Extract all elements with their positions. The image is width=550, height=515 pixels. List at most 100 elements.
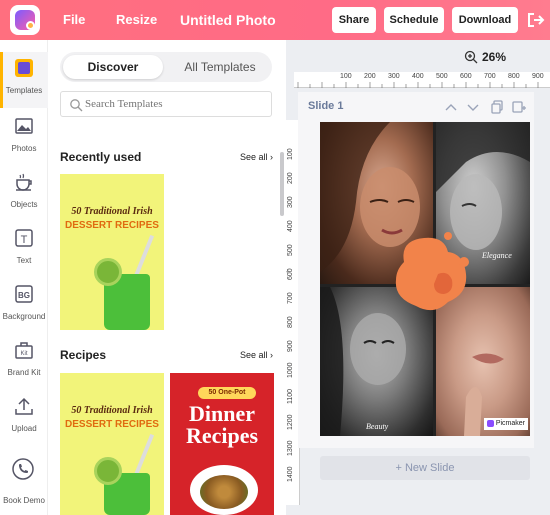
ruler-label: 100 xyxy=(287,148,294,160)
brand-kit-icon: Kit xyxy=(15,342,33,359)
ruler-label: 400 xyxy=(287,220,294,232)
nav-label: Upload xyxy=(11,424,37,433)
ruler-label: 200 xyxy=(364,73,376,80)
duplicate-slide-icon[interactable] xyxy=(490,100,504,114)
food-graphic xyxy=(200,475,248,509)
template-tabs: Discover All Templates xyxy=(60,52,272,82)
text-icon: T xyxy=(15,229,33,247)
canvas-area: 26% 100 200 300 400 500 600 700 800 900 … xyxy=(286,40,550,515)
picmaker-logo-icon xyxy=(486,419,494,427)
nav-label: Objects xyxy=(10,200,38,209)
script-text-beauty: Beauty xyxy=(366,422,389,431)
schedule-button[interactable]: Schedule xyxy=(384,7,444,33)
template-title-line1: Dinner xyxy=(189,401,255,426)
nav-background[interactable]: BG Background xyxy=(0,278,48,334)
new-slide-button[interactable]: + New Slide xyxy=(320,456,530,480)
ruler-label: 1100 xyxy=(287,388,294,404)
active-indicator xyxy=(0,52,3,108)
nav-objects[interactable]: Objects xyxy=(0,166,48,222)
ruler-label: 1200 xyxy=(287,414,294,430)
book-demo-icon xyxy=(12,458,34,480)
recipes-title: Recipes xyxy=(60,348,107,362)
see-all-label: See all xyxy=(240,152,268,162)
document-title[interactable]: Untitled Photo xyxy=(180,0,276,40)
svg-text:Kit: Kit xyxy=(20,351,27,357)
top-bar: File Resize Untitled Photo Share Schedul… xyxy=(0,0,550,40)
ruler-label: 900 xyxy=(287,340,294,352)
chevron-right-icon: › xyxy=(270,152,274,162)
move-up-icon[interactable] xyxy=(444,100,458,114)
ruler-label: 1000 xyxy=(287,362,294,378)
template-card-dinner-recipes[interactable]: 50 One-Pot Dinner Recipes xyxy=(170,373,274,515)
template-card-irish-desserts[interactable]: 50 Traditional Irish DESSERT RECIPES xyxy=(60,174,164,330)
ruler-label: 1300 xyxy=(287,440,294,456)
nav-label: Background xyxy=(2,312,46,321)
template-title-line2: DESSERT RECIPES xyxy=(65,220,159,231)
nav-brand-kit[interactable]: Kit Brand Kit xyxy=(0,334,48,390)
slide-label: Slide 1 xyxy=(308,100,344,112)
nav-upload[interactable]: Upload xyxy=(0,390,48,446)
template-pill: 50 One-Pot xyxy=(198,387,256,399)
watermark-badge: Picmaker xyxy=(483,418,528,430)
ruler-label: 700 xyxy=(484,73,496,80)
nav-book-demo[interactable]: Book Demo xyxy=(0,452,48,508)
nav-text[interactable]: T Text xyxy=(0,222,48,278)
tab-all-templates[interactable]: All Templates xyxy=(170,55,270,79)
share-button[interactable]: Share xyxy=(332,7,376,33)
panel-scrollbar[interactable] xyxy=(280,152,284,216)
kiwi-graphic xyxy=(94,258,122,286)
search-box xyxy=(60,91,272,117)
zoom-in-icon[interactable] xyxy=(464,50,478,64)
slide-canvas[interactable]: Elegance Beauty Picmaker xyxy=(320,122,530,436)
logo-dot xyxy=(26,21,35,30)
exit-icon[interactable] xyxy=(526,10,546,30)
template-card-irish-desserts-2[interactable]: 50 Traditional Irish DESSERT RECIPES xyxy=(60,373,164,515)
kiwi-graphic xyxy=(94,457,122,485)
svg-text:BG: BG xyxy=(18,291,30,300)
photos-icon xyxy=(15,118,33,134)
objects-icon xyxy=(16,173,32,191)
add-slide-icon[interactable] xyxy=(512,100,526,114)
recently-used-see-all[interactable]: See all › xyxy=(240,152,273,162)
template-title-line2: Recipes xyxy=(185,423,259,448)
orange-blob-shape[interactable] xyxy=(386,230,476,320)
ruler-label: 600 xyxy=(460,73,472,80)
collapse-panel-button[interactable]: ‹ xyxy=(286,266,294,286)
app-logo[interactable] xyxy=(10,5,40,35)
template-title-line1: 50 Traditional Irish xyxy=(71,206,153,217)
background-icon: BG xyxy=(15,285,33,303)
nav-templates[interactable]: Templates xyxy=(0,52,48,108)
ruler-label: 100 xyxy=(340,73,352,80)
file-menu[interactable]: File xyxy=(63,0,85,40)
recently-used-title: Recently used xyxy=(60,150,142,164)
search-input[interactable] xyxy=(85,95,265,113)
left-nav: Templates Photos Objects T Text BG Backg… xyxy=(0,40,48,515)
script-text-elegance: Elegance xyxy=(481,251,512,260)
ruler-label: 800 xyxy=(287,316,294,328)
ruler-label: 800 xyxy=(508,73,520,80)
search-icon xyxy=(70,99,83,112)
zoom-level[interactable]: 26% xyxy=(482,50,506,64)
ruler-label: 500 xyxy=(436,73,448,80)
straw-graphic xyxy=(133,234,155,278)
ruler-label: 400 xyxy=(412,73,424,80)
chevron-right-icon: › xyxy=(270,350,274,360)
watermark-label: Picmaker xyxy=(495,420,525,427)
recipes-see-all[interactable]: See all › xyxy=(240,350,273,360)
ruler-label: 200 xyxy=(287,172,294,184)
nav-label: Templates xyxy=(5,86,43,95)
upload-icon xyxy=(15,397,33,415)
download-button[interactable]: Download xyxy=(452,7,518,33)
ruler-label: 900 xyxy=(532,73,544,80)
nav-label: Text xyxy=(16,256,32,265)
nav-label: Photos xyxy=(11,144,37,153)
ruler-label: 300 xyxy=(287,196,294,208)
tab-discover[interactable]: Discover xyxy=(63,55,163,79)
svg-text:T: T xyxy=(21,234,28,246)
resize-menu[interactable]: Resize xyxy=(116,0,157,40)
nav-photos[interactable]: Photos xyxy=(0,110,48,166)
template-title-line2: DESSERT RECIPES xyxy=(65,419,159,430)
horizontal-ruler: 100 200 300 400 500 600 700 800 900 xyxy=(294,72,550,88)
move-down-icon[interactable] xyxy=(466,100,480,114)
ruler-label: 300 xyxy=(388,73,400,80)
